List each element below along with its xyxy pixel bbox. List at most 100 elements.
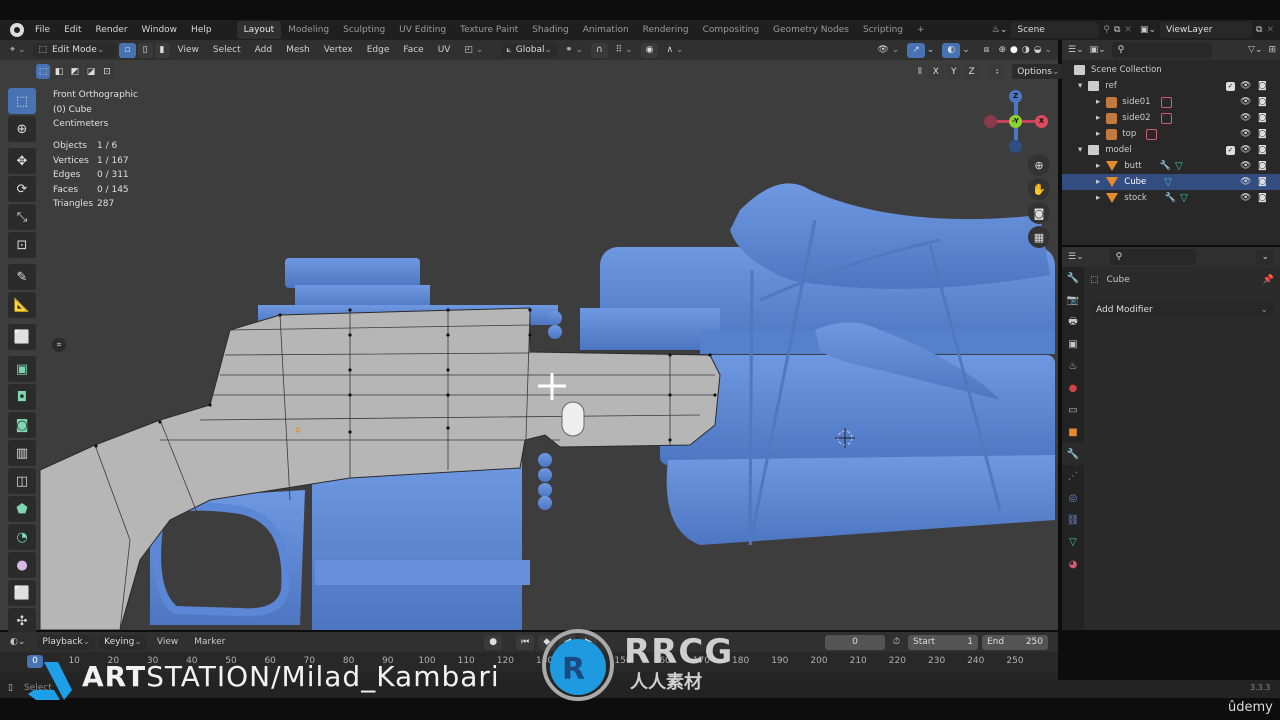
gizmo-dropdown-icon[interactable]: ⌄ xyxy=(927,45,935,55)
world-tab-icon[interactable]: ● xyxy=(1062,377,1084,399)
gizmo-neg-z[interactable] xyxy=(1009,140,1022,153)
add-cube-tool-icon[interactable]: ⬜ xyxy=(8,324,36,350)
exclude-checkbox[interactable]: ✓ xyxy=(1226,81,1235,91)
tab-texture-paint[interactable]: Texture Paint xyxy=(453,21,525,39)
outliner-row-cube[interactable]: ▸ Cube ▽ 👁 ◙ xyxy=(1062,174,1280,190)
camera-view-icon[interactable]: ◙ xyxy=(1028,202,1050,224)
auto-keying-icon[interactable]: ● xyxy=(484,634,503,650)
eye-icon[interactable]: 👁 xyxy=(1240,145,1251,155)
expand-icon[interactable]: ▾ xyxy=(1078,145,1082,155)
gizmo-x[interactable]: X xyxy=(1035,115,1048,128)
pivot-point-icon[interactable]: ⚭ xyxy=(559,45,589,55)
eye-icon[interactable]: 👁 xyxy=(1240,161,1251,171)
editor-type-icon[interactable]: ◐⌄ xyxy=(10,637,25,647)
marker-menu[interactable]: Marker xyxy=(188,637,231,647)
shading-rendered-icon[interactable]: ◒ xyxy=(1033,45,1058,55)
pan-hand-icon[interactable]: ✋ xyxy=(1028,178,1050,200)
camera-icon[interactable]: ◙ xyxy=(1258,193,1267,203)
properties-editor-icon[interactable]: ☰⌄ xyxy=(1068,252,1084,262)
scene-tab-icon[interactable]: ♨ xyxy=(1062,355,1084,377)
move-tool-icon[interactable]: ✥ xyxy=(8,148,36,174)
zoom-view-icon[interactable]: ⊕ xyxy=(1028,154,1050,176)
camera-icon[interactable]: ◙ xyxy=(1258,97,1267,107)
outliner-row-side01[interactable]: ▸ side01 👁 ◙ xyxy=(1062,94,1280,110)
rotate-tool-icon[interactable]: ⟳ xyxy=(8,176,36,202)
gizmo-toggle-icon[interactable]: ↗ xyxy=(907,42,925,58)
expand-icon[interactable]: ▸ xyxy=(1096,177,1100,187)
tab-rendering[interactable]: Rendering xyxy=(636,21,696,39)
options-button[interactable]: Options xyxy=(1012,64,1065,79)
bevel-tool-icon[interactable]: ◙ xyxy=(8,412,36,438)
end-frame-field[interactable]: End 250 xyxy=(982,634,1048,650)
outliner-row-stock[interactable]: ▸ stock 🔧 ▽ 👁 ◙ xyxy=(1062,190,1280,206)
tab-geometry-nodes[interactable]: Geometry Nodes xyxy=(766,21,856,39)
menu-uv[interactable]: UV xyxy=(432,45,457,55)
camera-icon[interactable]: ◙ xyxy=(1258,81,1267,91)
menu-face[interactable]: Face xyxy=(397,45,429,55)
extrude-tool-icon[interactable]: ▣ xyxy=(8,356,36,382)
tool-settings-icon[interactable]: ⌗ xyxy=(52,338,66,352)
jump-start-icon[interactable]: ⏮ xyxy=(516,634,535,650)
edge-select-button[interactable]: ▯ xyxy=(137,42,153,58)
menu-select[interactable]: Select xyxy=(207,45,247,55)
camera-icon[interactable]: ◙ xyxy=(1258,113,1267,123)
select-extend-icon[interactable]: ◧ xyxy=(52,64,66,79)
new-scene-icon[interactable]: ⧉ xyxy=(1114,25,1120,35)
gizmo-neg-x[interactable] xyxy=(984,115,997,128)
shrink-fatten-tool-icon[interactable]: ⬜ xyxy=(8,580,36,606)
visibility-icon[interactable]: 👁 xyxy=(871,45,905,55)
pin-icon[interactable]: ⚲ xyxy=(1103,25,1110,35)
expand-icon[interactable]: ▸ xyxy=(1096,161,1100,171)
constraints-tab-icon[interactable]: ⛓ xyxy=(1062,509,1084,531)
menu-edge[interactable]: Edge xyxy=(361,45,396,55)
face-select-button[interactable]: ▮ xyxy=(154,42,170,58)
outliner-row-side02[interactable]: ▸ side02 👁 ◙ xyxy=(1062,110,1280,126)
tab-compositing[interactable]: Compositing xyxy=(696,21,766,39)
outliner-row-ref[interactable]: ▾ ref ✓ 👁 ◙ xyxy=(1062,78,1280,94)
select-new-icon[interactable]: ⬚ xyxy=(36,64,50,79)
cursor-tool-icon[interactable]: ⊕ xyxy=(8,116,36,142)
add-workspace-button[interactable]: + xyxy=(910,21,932,39)
tab-sculpting[interactable]: Sculpting xyxy=(336,21,392,39)
view-layer-tab-icon[interactable]: ▣ xyxy=(1062,333,1084,355)
proportional-edit-icon[interactable]: ◉ xyxy=(640,42,659,58)
tab-scripting[interactable]: Scripting xyxy=(856,21,910,39)
modifier-tab-icon[interactable]: 🔧 xyxy=(1062,443,1084,465)
xray-toggle-icon[interactable]: ⧈ xyxy=(978,45,996,55)
shading-solid-icon[interactable]: ● xyxy=(1009,45,1019,55)
playback-menu[interactable]: Playback xyxy=(37,634,96,650)
new-view-layer-icon[interactable]: ⧉ xyxy=(1256,25,1262,35)
delete-scene-icon[interactable]: ✕ xyxy=(1124,25,1132,35)
shading-wireframe-icon[interactable]: ⊕ xyxy=(997,45,1007,55)
add-modifier-button[interactable]: Add Modifier xyxy=(1090,302,1274,318)
tab-uv-editing[interactable]: UV Editing xyxy=(392,21,453,39)
select-subtract-icon[interactable]: ◩ xyxy=(68,64,82,79)
properties-options-dropdown[interactable]: ⌄ xyxy=(1256,249,1274,265)
blender-logo-icon[interactable] xyxy=(10,23,24,37)
keying-menu[interactable]: Keying xyxy=(99,634,147,650)
menu-edit[interactable]: Edit xyxy=(57,25,88,35)
annotate-tool-icon[interactable]: ✎ xyxy=(8,264,36,290)
inset-tool-icon[interactable]: ◘ xyxy=(8,384,36,410)
data-tab-icon[interactable]: ▽ xyxy=(1062,531,1084,553)
measure-tool-icon[interactable]: 📐 xyxy=(8,292,36,318)
eye-icon[interactable]: 👁 xyxy=(1240,113,1251,123)
exclude-checkbox[interactable]: ✓ xyxy=(1226,145,1235,155)
spin-tool-icon[interactable]: ◔ xyxy=(8,524,36,550)
tab-modeling[interactable]: Modeling xyxy=(281,21,336,39)
view-layer-selector[interactable]: ViewLayer xyxy=(1160,22,1253,38)
overlay-toggle-icon[interactable]: ◐ xyxy=(942,42,961,58)
snap-target-icon[interactable]: ⠿ xyxy=(610,45,639,55)
scale-tool-icon[interactable]: ⤡ xyxy=(8,204,36,230)
mirror-icon[interactable]: ⫴ xyxy=(918,67,922,77)
camera-icon[interactable]: ◙ xyxy=(1258,161,1267,171)
gizmo-z[interactable]: Z xyxy=(1009,90,1022,103)
scene-selector[interactable]: Scene xyxy=(1011,22,1100,38)
menu-view[interactable]: View xyxy=(172,45,205,55)
object-tab-icon[interactable]: ■ xyxy=(1062,421,1084,443)
shear-tool-icon[interactable]: ✣ xyxy=(8,608,36,634)
overlay-dropdown-icon[interactable]: ⌄ xyxy=(962,45,970,55)
expand-icon[interactable]: ▸ xyxy=(1096,113,1100,123)
filter-scene-icon[interactable]: ▣⌄ xyxy=(1090,45,1106,55)
menu-vertex[interactable]: Vertex xyxy=(318,45,359,55)
